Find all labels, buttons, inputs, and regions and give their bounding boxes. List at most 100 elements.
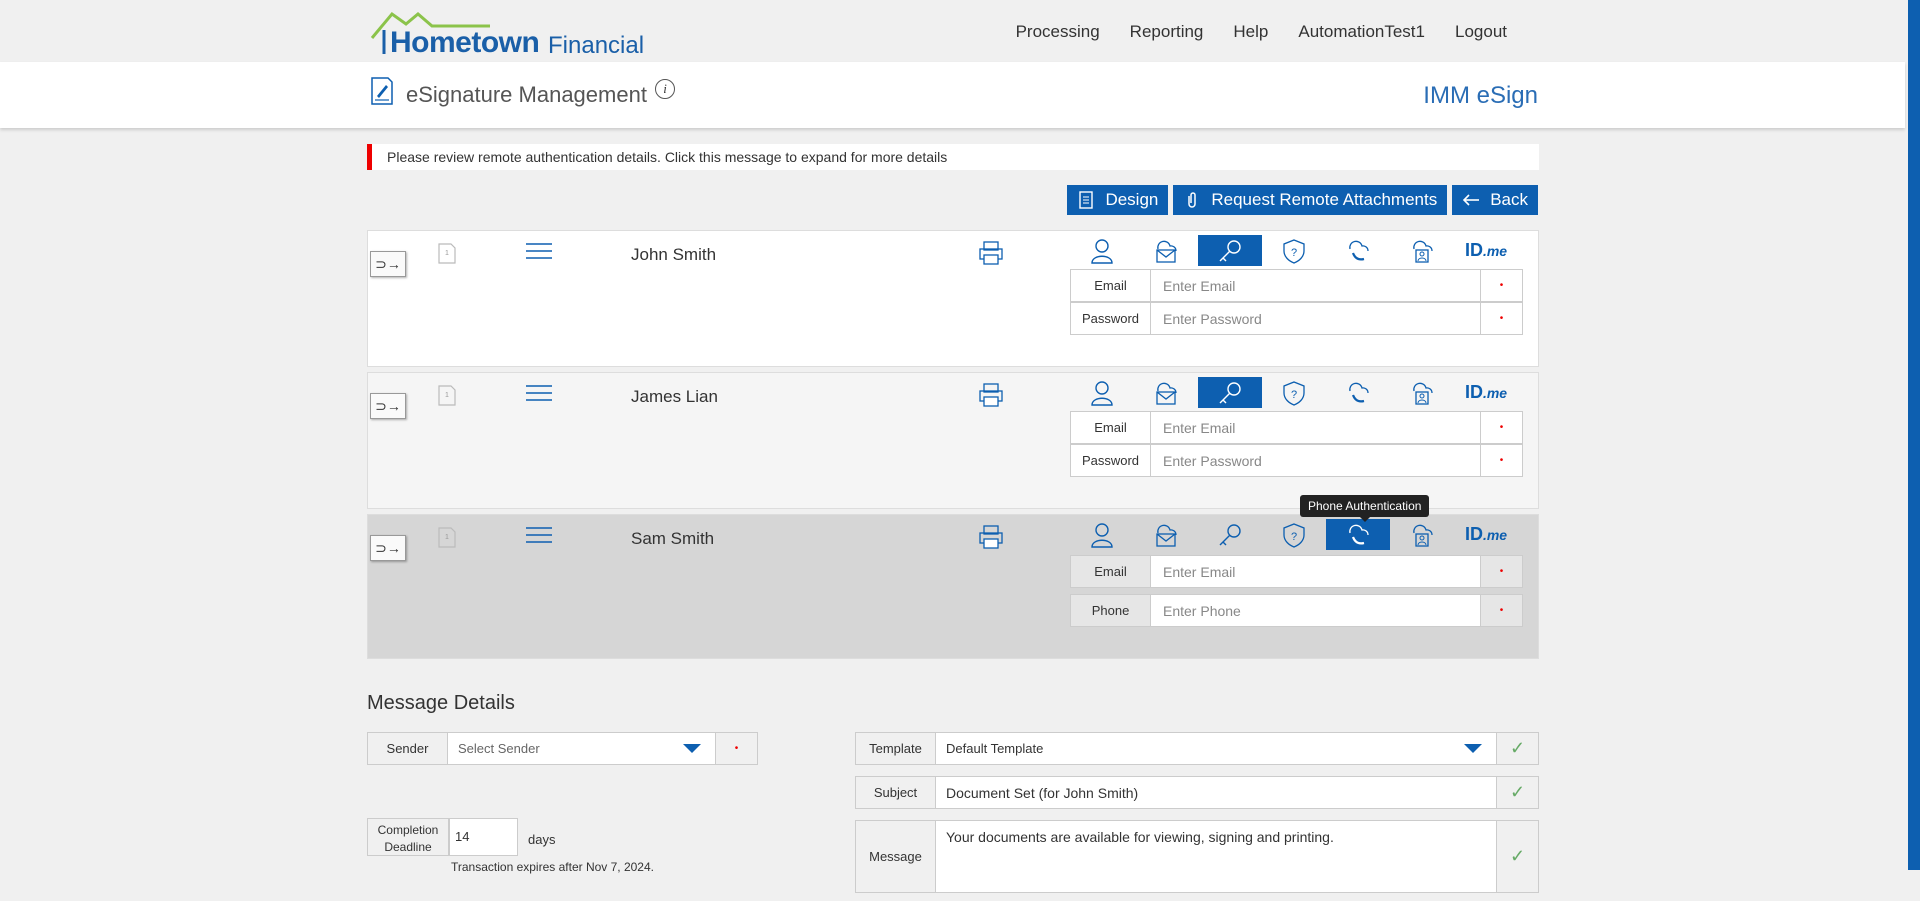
auth-shield-question-icon[interactable]: ? [1262,377,1326,408]
expand-signer-button[interactable]: ⊃→ [370,251,406,277]
svg-text:1: 1 [445,534,449,541]
phone-input[interactable]: Enter Phone [1151,595,1480,626]
nav-user[interactable]: AutomationTest1 [1298,22,1425,42]
nav-help[interactable]: Help [1233,22,1268,42]
nav-logout[interactable]: Logout [1455,22,1507,42]
template-label: Template [856,733,936,764]
printer-icon[interactable] [977,523,1005,551]
list-document-icon [1079,191,1094,209]
auth-cloud-id-icon[interactable] [1390,235,1454,266]
completion-deadline-input[interactable]: 14 [449,818,518,856]
subject-label: Subject [856,777,936,808]
idme-logo: ID.me [1464,240,1508,260]
request-attachments-button[interactable]: Request Remote Attachments [1173,185,1448,215]
field-label: Password [1071,303,1151,334]
back-button[interactable]: Back [1452,185,1538,215]
required-marker: • [1480,595,1522,626]
required-marker: • [1480,270,1522,301]
document-icon: 1 [438,527,456,548]
auth-key-icon[interactable] [1198,519,1262,550]
signer-name: James Lian [631,387,718,406]
check-icon: ✓ [1496,733,1538,764]
auth-cloud-id-icon[interactable] [1390,519,1454,550]
document-icon: 1 [438,243,456,264]
auth-cloud-id-icon[interactable] [1390,377,1454,408]
auth-cloud-mail-icon[interactable] [1134,519,1198,550]
email-input[interactable]: Enter Email [1151,412,1480,443]
menu-icon[interactable] [525,526,553,544]
printer-icon[interactable] [977,239,1005,267]
paperclip-icon [1188,192,1197,208]
auth-cloud-mail-icon[interactable] [1134,235,1198,266]
message-textarea[interactable]: Your documents are available for viewing… [936,821,1496,892]
auth-idme-button[interactable]: ID.me [1454,235,1518,266]
auth-cloud-mail-icon[interactable] [1134,377,1198,408]
required-marker: • [715,733,757,764]
document-icon: 1 [438,385,456,406]
svg-text:?: ? [1291,531,1297,543]
template-value: Default Template [946,741,1044,756]
required-marker: • [1480,412,1522,443]
auth-person-icon[interactable] [1070,377,1134,408]
printer-icon[interactable] [977,381,1005,409]
auth-person-icon[interactable] [1070,519,1134,550]
idme-logo: ID.me [1464,382,1508,402]
subject-input[interactable]: Document Set (for John Smith) [936,777,1496,808]
auth-key-icon[interactable] [1198,377,1262,408]
auth-phone-icon[interactable] [1326,235,1390,266]
auth-phone-icon[interactable] [1326,377,1390,408]
nav-processing[interactable]: Processing [1016,22,1100,42]
main-nav: Processing Reporting Help AutomationTest… [1016,22,1507,42]
nav-reporting[interactable]: Reporting [1130,22,1204,42]
auth-idme-button[interactable]: ID.me [1454,377,1518,408]
menu-icon[interactable] [525,242,553,260]
svg-text:?: ? [1291,247,1297,259]
svg-text:1: 1 [445,250,449,257]
design-label: Design [1105,190,1159,209]
template-select[interactable]: Default Template [936,733,1496,764]
vertical-scrollbar[interactable] [1905,0,1920,901]
title-band: eSignature Management i IMM eSign [0,62,1905,128]
top-bar: Hometown Financial Processing Reporting … [0,0,1905,62]
field-label: Email [1071,412,1151,443]
deadline-label-line1: Completion [377,823,439,837]
field-label: Email [1071,270,1151,301]
required-marker: • [1480,445,1522,476]
signer-name: John Smith [631,245,717,264]
auth-alert-message[interactable]: Please review remote authentication deta… [367,144,1539,170]
signer-email-field: Email Enter Email • [1070,555,1523,588]
brand-name-bold: Hometown [390,26,540,59]
signer-password-field: Password Enter Password • [1070,302,1523,335]
email-input[interactable]: Enter Email [1151,556,1480,587]
info-icon[interactable]: i [655,79,675,99]
password-input[interactable]: Enter Password [1151,303,1480,334]
back-label: Back [1490,190,1528,209]
design-button[interactable]: Design [1067,185,1169,215]
auth-shield-question-icon[interactable]: ? [1262,235,1326,266]
scrollbar-thumb[interactable] [1908,0,1920,870]
auth-person-icon[interactable] [1070,235,1134,266]
email-input[interactable]: Enter Email [1151,270,1480,301]
svg-text:1: 1 [445,392,449,399]
expand-signer-button[interactable]: ⊃→ [370,535,406,561]
auth-idme-button[interactable]: ID.me [1454,519,1518,550]
auth-method-bar: ? ID.me [1070,377,1518,408]
signature-document-icon [371,77,393,105]
chevron-down-icon [1464,744,1482,753]
deadline-label-line2: Deadline [384,840,432,854]
password-input[interactable]: Enter Password [1151,445,1480,476]
idme-logo: ID.me [1464,524,1508,544]
expand-signer-button[interactable]: ⊃→ [370,393,406,419]
app-name: IMM eSign [1423,82,1538,109]
brand-logo[interactable]: Hometown Financial [370,10,650,59]
auth-key-icon[interactable] [1198,235,1262,266]
sender-select[interactable]: Select Sender [448,733,715,764]
signer-row: ⊃→ 1 James Lian? ID.me Email Enter Email • Pass… [367,372,1539,509]
auth-shield-question-icon[interactable]: ? [1262,519,1326,550]
auth-phone-icon[interactable] [1326,519,1390,550]
menu-icon[interactable] [525,384,553,402]
signer-password-field: Password Enter Password • [1070,444,1523,477]
signer-phone-field: Phone Enter Phone • [1070,594,1523,627]
signer-row: ⊃→ 1 John Smith? ID.me Email Enter Email • Pass… [367,230,1539,367]
phone-auth-tooltip: Phone Authentication [1300,495,1430,522]
